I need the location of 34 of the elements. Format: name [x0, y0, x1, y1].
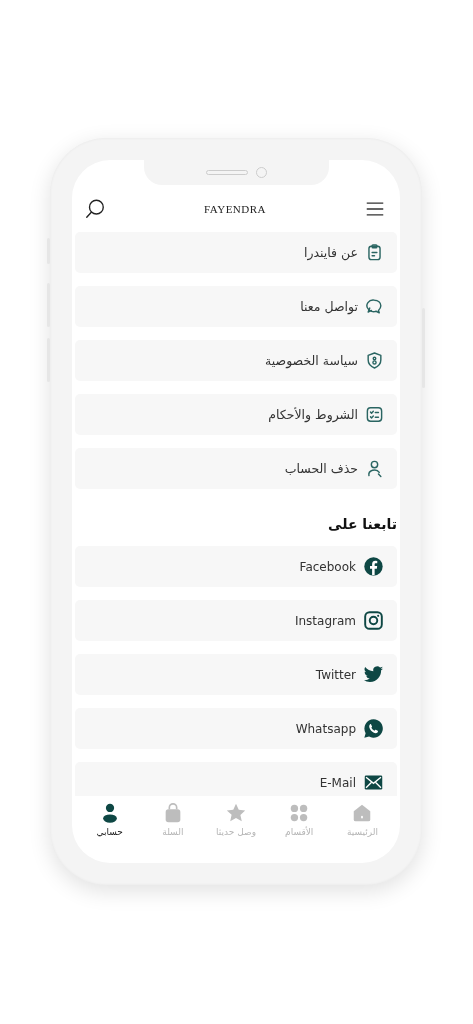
item-label: تواصل معنا [300, 299, 358, 314]
user-icon [365, 459, 384, 478]
menu-item[interactable]: حذف الحساب [75, 448, 397, 489]
clipboard-icon [365, 243, 384, 262]
item-label: سياسة الخصوصية [265, 353, 358, 368]
item-label: Twitter [315, 667, 356, 682]
search-icon[interactable] [84, 198, 106, 220]
item-label: Instagram [294, 613, 356, 628]
bird-icon [363, 664, 384, 685]
item-label: Facebook [299, 559, 356, 574]
item-label: حذف الحساب [284, 461, 358, 476]
menu-item[interactable]: الشروط والأحكام [75, 394, 397, 435]
social-link[interactable]: E-Mail [75, 762, 397, 796]
star-icon [225, 802, 248, 824]
facebook-icon [363, 556, 384, 577]
social-link[interactable]: Twitter [75, 654, 397, 695]
menu-item[interactable]: تواصل معنا [75, 286, 397, 327]
app-title: FAYENDRA [203, 203, 267, 215]
item-label: عن فايندرا [303, 245, 358, 260]
menu-item[interactable]: عن فايندرا [75, 232, 397, 273]
social-link[interactable]: Facebook [75, 546, 397, 587]
nav-tab[interactable]: حسابي [79, 802, 140, 837]
social-link[interactable]: Instagram [75, 600, 397, 641]
checklist-icon [365, 405, 384, 424]
section-heading: تابعنا على [328, 515, 397, 533]
item-label: Whatsapp [295, 721, 356, 736]
phone-bubble-icon [363, 718, 384, 739]
item-label: الشروط والأحكام [268, 407, 358, 422]
shield-icon [365, 351, 384, 370]
instagram-icon [363, 610, 384, 631]
chat-bubble-icon [365, 297, 384, 316]
item-label: E-Mail [319, 775, 356, 790]
menu-item[interactable]: سياسة الخصوصية [75, 340, 397, 381]
social-link[interactable]: Whatsapp [75, 708, 397, 749]
